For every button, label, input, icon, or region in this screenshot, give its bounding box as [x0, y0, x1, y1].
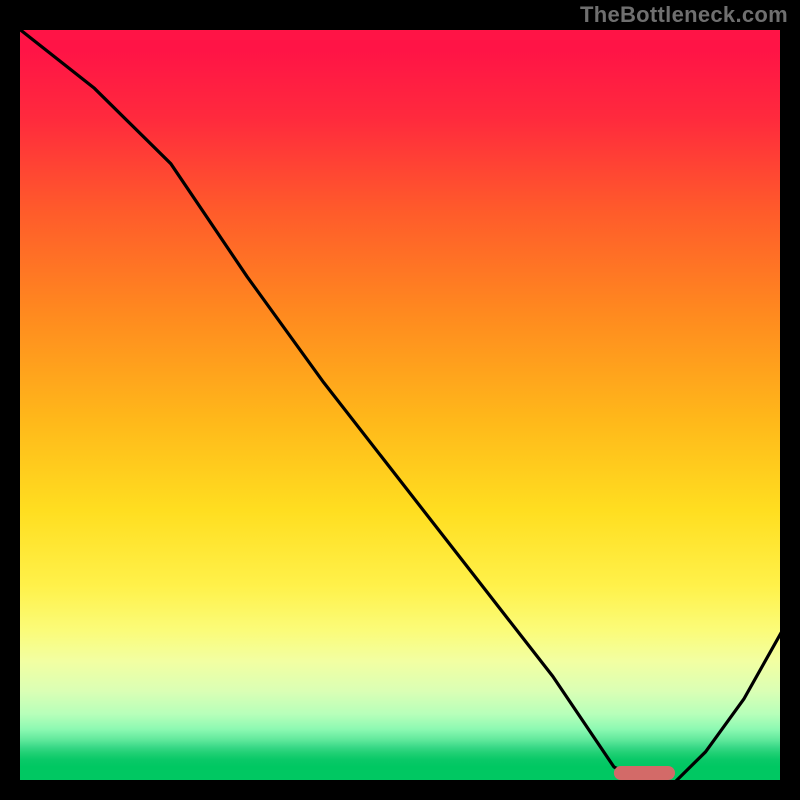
plot-area [18, 28, 782, 782]
chart-frame: TheBottleneck.com [0, 0, 800, 800]
optimal-marker [614, 766, 675, 780]
bottleneck-curve [18, 28, 782, 782]
curve-overlay [18, 28, 782, 782]
watermark-text: TheBottleneck.com [580, 2, 788, 28]
